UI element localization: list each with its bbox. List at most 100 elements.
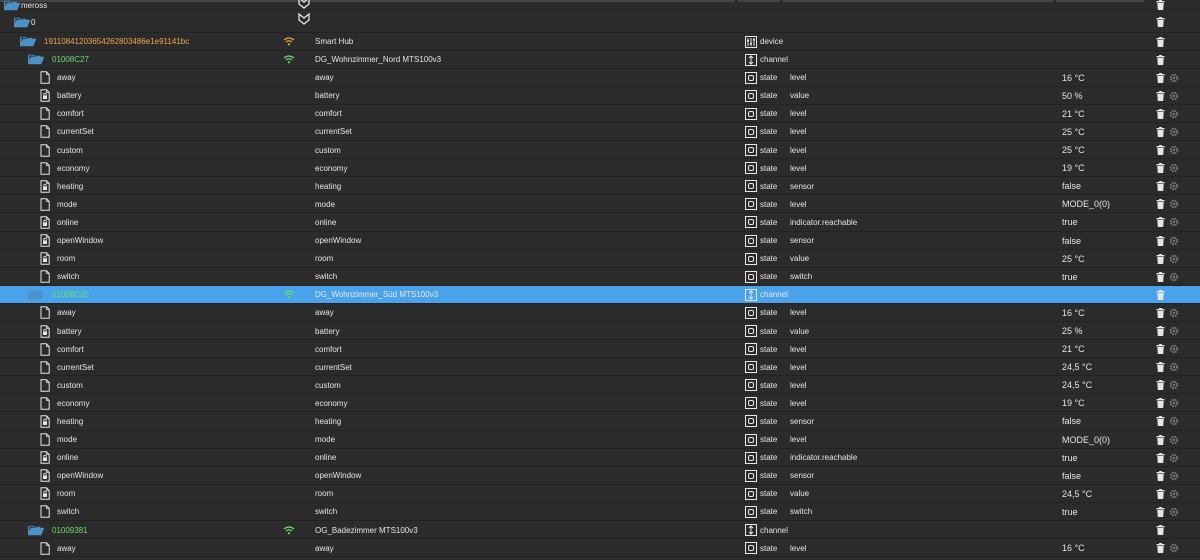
gear-icon[interactable]: [1169, 159, 1179, 177]
tree-item-name[interactable]: economy: [40, 159, 89, 177]
tree-item-name[interactable]: custom: [40, 141, 83, 159]
gear-icon[interactable]: [1169, 322, 1179, 340]
trash-icon[interactable]: [1156, 304, 1165, 322]
tree-item-name[interactable]: currentSet: [40, 123, 94, 141]
tree-row[interactable]: room room state value 25 °C: [0, 250, 1200, 268]
tree-row[interactable]: economy economy state level 19 °C: [0, 159, 1200, 178]
trash-icon[interactable]: [1156, 449, 1165, 467]
trash-icon[interactable]: [1156, 51, 1165, 69]
tree-item-name[interactable]: room: [40, 485, 75, 503]
object-value[interactable]: false: [1062, 412, 1081, 430]
gear-icon[interactable]: [1169, 232, 1179, 250]
tree-item-name[interactable]: 01008C27: [28, 51, 89, 69]
tree-row[interactable]: heating heating state sensor false: [0, 412, 1200, 431]
trash-icon[interactable]: [1156, 358, 1165, 376]
tree-item-name[interactable]: away: [40, 539, 76, 557]
trash-icon[interactable]: [1156, 503, 1165, 521]
trash-icon[interactable]: [1156, 177, 1165, 195]
trash-icon[interactable]: [1156, 141, 1165, 159]
tree-item-name[interactable]: mode: [40, 195, 77, 213]
trash-icon[interactable]: [1156, 213, 1165, 231]
trash-icon[interactable]: [1156, 195, 1165, 213]
tree-item-name[interactable]: online: [40, 213, 78, 231]
tree-item-name[interactable]: comfort: [40, 340, 84, 358]
object-value[interactable]: true: [1062, 503, 1078, 521]
tree-item-name[interactable]: economy: [40, 394, 89, 412]
object-value[interactable]: 16 °C: [1062, 539, 1085, 557]
trash-icon[interactable]: [1156, 286, 1165, 304]
tree-item-name[interactable]: online: [40, 449, 78, 467]
gear-icon[interactable]: [1169, 412, 1179, 430]
tree-row[interactable]: currentSet currentSet state level 24,5 °C: [0, 358, 1200, 377]
trash-icon[interactable]: [1156, 467, 1165, 485]
gear-icon[interactable]: [1169, 467, 1179, 485]
gear-icon[interactable]: [1169, 213, 1179, 231]
object-value[interactable]: true: [1062, 449, 1078, 467]
tree-row[interactable]: switch switch state switch true: [0, 503, 1200, 522]
tree-row-root[interactable]: meross: [0, 0, 1200, 10]
tree-row[interactable]: away away state level 16 °C: [0, 304, 1200, 322]
tree-item-name[interactable]: comfort: [40, 105, 84, 123]
tree-row-instance[interactable]: 0: [0, 10, 1200, 33]
trash-icon[interactable]: [1156, 232, 1165, 250]
trash-icon[interactable]: [1156, 69, 1165, 87]
gear-icon[interactable]: [1169, 177, 1179, 195]
tree-item-name[interactable]: openWindow: [40, 232, 103, 250]
tree-row[interactable]: online online state indicator.reachable true: [0, 449, 1200, 467]
object-value[interactable]: 24,5 °C: [1062, 358, 1092, 376]
gear-icon[interactable]: [1169, 87, 1179, 105]
tree-row[interactable]: economy economy state level 19 °C: [0, 394, 1200, 413]
object-value[interactable]: 21 °C: [1062, 105, 1085, 123]
gear-icon[interactable]: [1169, 340, 1179, 358]
tree-item-name[interactable]: currentSet: [40, 358, 94, 376]
tree-item-name[interactable]: 0: [14, 13, 35, 31]
object-value[interactable]: true: [1062, 268, 1078, 286]
tree-row[interactable]: switch switch state switch true: [0, 268, 1200, 286]
object-value[interactable]: 25 °C: [1062, 141, 1085, 159]
gear-icon[interactable]: [1169, 69, 1179, 87]
tree-row[interactable]: custom custom state level 24,5 °C: [0, 376, 1200, 395]
tree-row[interactable]: 01009381 OG_Badezimmer MTS100v3 channel: [0, 521, 1200, 540]
tree-row[interactable]: 01008C35 DG_Wohnzimmer_Süd MTS100v3 channe…: [0, 285, 1200, 304]
tree-item-name[interactable]: mode: [40, 431, 77, 449]
tree-item-name[interactable]: heating: [40, 412, 83, 430]
object-value[interactable]: 16 °C: [1062, 69, 1085, 87]
tree-item-name[interactable]: switch: [40, 503, 79, 521]
tree-item-name[interactable]: custom: [40, 376, 83, 394]
tree-item-name[interactable]: switch: [40, 268, 79, 286]
trash-icon[interactable]: [1156, 87, 1165, 105]
trash-icon[interactable]: [1156, 123, 1165, 141]
tree-row[interactable]: mode mode state level MODE_0(0): [0, 195, 1200, 214]
object-value[interactable]: 16 °C: [1062, 304, 1085, 322]
object-value[interactable]: false: [1062, 232, 1081, 250]
trash-icon[interactable]: [1156, 322, 1165, 340]
tree-row[interactable]: comfort comfort state level 21 °C: [0, 105, 1200, 123]
trash-icon[interactable]: [1156, 13, 1165, 31]
gear-icon[interactable]: [1169, 304, 1179, 322]
object-value[interactable]: 25 %: [1062, 322, 1083, 340]
object-value[interactable]: 19 °C: [1062, 159, 1085, 177]
trash-icon[interactable]: [1156, 250, 1165, 268]
trash-icon[interactable]: [1156, 340, 1165, 358]
trash-icon[interactable]: [1156, 376, 1165, 394]
trash-icon[interactable]: [1156, 268, 1165, 286]
gear-icon[interactable]: [1169, 449, 1179, 467]
object-value[interactable]: 24,5 °C: [1062, 485, 1092, 503]
tree-item-name[interactable]: room: [40, 250, 75, 268]
trash-icon[interactable]: [1156, 105, 1165, 123]
trash-icon[interactable]: [1156, 485, 1165, 503]
gear-icon[interactable]: [1169, 195, 1179, 213]
tree-row[interactable]: 19110841203654262803486e1e91141bc Smart H…: [0, 33, 1200, 51]
tree-row[interactable]: away away state level 16 °C: [0, 539, 1200, 558]
gear-icon[interactable]: [1169, 485, 1179, 503]
trash-icon[interactable]: [1156, 159, 1165, 177]
object-value[interactable]: 50 %: [1062, 87, 1083, 105]
trash-icon[interactable]: [1156, 33, 1165, 51]
gear-icon[interactable]: [1169, 376, 1179, 394]
tree-row[interactable]: mode mode state level MODE_0(0): [0, 431, 1200, 449]
tree-row[interactable]: battery battery state value 25 %: [0, 322, 1200, 341]
tree-row[interactable]: 01008C27 DG_Wohnzimmer_Nord MTS100v3 chann…: [0, 51, 1200, 69]
chevron-collapse-icon[interactable]: [297, 12, 311, 27]
tree-item-name[interactable]: 19110841203654262803486e1e91141bc: [20, 33, 189, 51]
gear-icon[interactable]: [1169, 539, 1179, 557]
